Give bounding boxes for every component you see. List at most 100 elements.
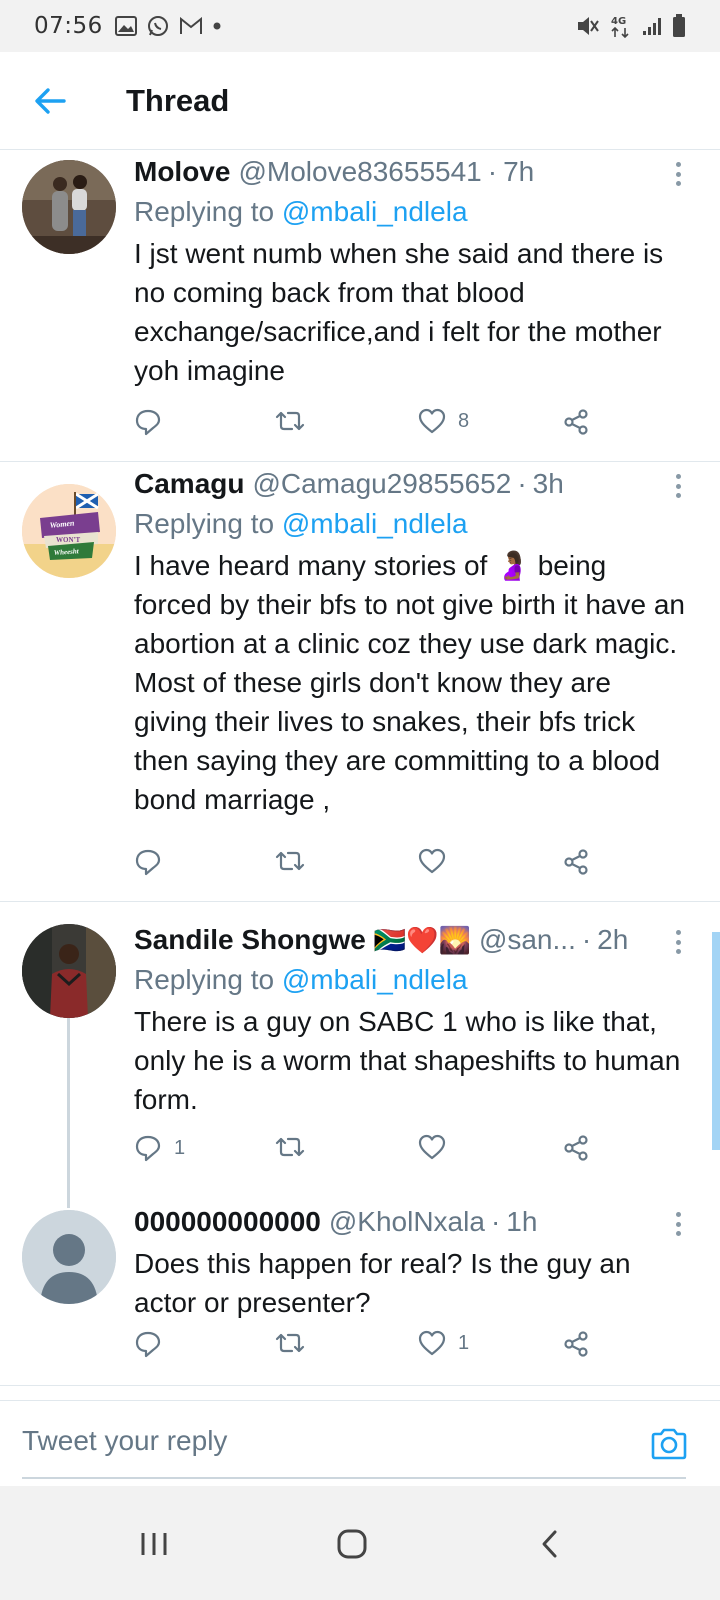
heart-icon: [418, 1134, 446, 1160]
mute-icon: [576, 15, 600, 37]
system-navigation-bar: [0, 1486, 720, 1600]
thread-connector-line: [67, 1018, 70, 1190]
tweet-actions: 1: [134, 1330, 604, 1370]
recent-apps-button[interactable]: [124, 1514, 184, 1574]
camera-icon: [651, 1428, 687, 1460]
retweet-icon: [275, 1137, 305, 1157]
share-button[interactable]: [562, 1134, 590, 1162]
tweet-author-handle[interactable]: @KholNxala: [329, 1202, 485, 1242]
retweet-button[interactable]: [274, 408, 318, 434]
reply-icon: [135, 409, 161, 436]
name-emojis: 🇿🇦❤️🌄: [373, 925, 471, 955]
network-4g-icon: 4G: [610, 14, 632, 38]
more-icon-dot: [675, 483, 681, 489]
replying-to: Replying to @mbali_ndlela: [134, 504, 690, 544]
tweet-author-name[interactable]: Sandile Shongwe: [134, 920, 366, 960]
share-button[interactable]: [562, 1330, 590, 1358]
separator-dot: ·: [487, 156, 498, 187]
tweet-text: Does this happen for real? Is the guy an…: [134, 1248, 631, 1318]
more-icon-dot: [675, 171, 681, 177]
reply-composer[interactable]: Tweet your reply: [0, 1400, 720, 1486]
like-count: 8: [458, 409, 470, 432]
status-bar: 07:56 4G: [0, 0, 720, 52]
tweet[interactable]: Molove @Molove83655541 · 7h Replying to …: [0, 150, 720, 462]
more-icon-dot: [675, 1221, 681, 1227]
tweet-actions: 1: [134, 1134, 604, 1174]
reply-button[interactable]: [134, 848, 174, 876]
camera-button[interactable]: [648, 1423, 690, 1465]
like-count: 1: [458, 1331, 470, 1354]
tweet-time[interactable]: 1h: [506, 1202, 537, 1242]
more-icon-dot: [675, 1231, 681, 1236]
like-button[interactable]: 8: [418, 408, 469, 434]
share-icon: [564, 409, 588, 435]
avatar[interactable]: [22, 1210, 116, 1304]
tweet-time[interactable]: 3h: [533, 464, 564, 504]
tweet-author-handle[interactable]: @Camagu29855652: [252, 464, 511, 504]
reply-icon: [135, 849, 161, 876]
like-button[interactable]: 1: [418, 1330, 469, 1356]
more-icon-dot: [675, 1212, 681, 1217]
tweet-author-handle[interactable]: @Molove83655541: [238, 152, 481, 192]
share-button[interactable]: [562, 408, 590, 436]
more-icon-dot: [675, 949, 681, 954]
signal-icon: [642, 16, 662, 36]
page-title: Thread: [126, 82, 230, 118]
thread-timeline[interactable]: Molove @Molove83655541 · 7h Replying to …: [0, 150, 720, 1428]
default-avatar-icon: [22, 1210, 116, 1304]
reply-button[interactable]: 1: [134, 1134, 185, 1162]
more-icon-dot: [675, 493, 681, 498]
reply-input[interactable]: Tweet your reply: [22, 1425, 227, 1457]
retweet-button[interactable]: [274, 1134, 318, 1160]
like-button[interactable]: [418, 1134, 458, 1160]
reply-input-underline: [22, 1477, 686, 1479]
gallery-notification-icon: [114, 16, 137, 36]
tweet-time[interactable]: 2h: [597, 920, 628, 960]
like-button[interactable]: [418, 848, 458, 874]
back-button[interactable]: [20, 71, 80, 131]
avatar[interactable]: Women WON'T Wheesht: [22, 484, 116, 578]
mention-link[interactable]: @mbali_ndlela: [282, 964, 468, 995]
reply-button[interactable]: [134, 1330, 174, 1358]
tweet-time[interactable]: 7h: [503, 152, 534, 192]
tweet-author-name[interactable]: 000000000000: [134, 1202, 321, 1242]
mention-link[interactable]: @mbali_ndlela: [282, 196, 468, 227]
recent-apps-icon: [141, 1533, 167, 1555]
avatar-sign-text: WON'T: [56, 536, 80, 544]
separator-dot: ·: [581, 924, 592, 955]
retweet-button[interactable]: [274, 1330, 318, 1356]
gmail-notification-icon: [179, 17, 203, 35]
reply-button[interactable]: [134, 408, 174, 436]
more-icon-dot: [675, 162, 681, 167]
tweet-author-name[interactable]: Camagu: [134, 464, 244, 504]
tweet[interactable]: Sandile Shongwe 🇿🇦❤️🌄 @san... · 2h Reply…: [0, 902, 720, 1190]
replying-label: Replying to: [134, 508, 275, 539]
network-label: 4G: [611, 16, 626, 27]
home-button[interactable]: [322, 1514, 382, 1574]
back-arrow-icon: [35, 87, 66, 114]
more-notifications-dot-icon: [213, 22, 221, 30]
avatar[interactable]: [22, 160, 116, 254]
tweet-more-button[interactable]: [666, 1212, 690, 1236]
tweet-more-button[interactable]: [666, 930, 690, 954]
share-button[interactable]: [562, 848, 590, 876]
scrollbar-thumb[interactable]: [712, 932, 720, 1150]
avatar[interactable]: [22, 924, 116, 1018]
thread-connector-line: [67, 1190, 70, 1208]
retweet-button[interactable]: [274, 848, 318, 874]
mention-link[interactable]: @mbali_ndlela: [282, 508, 468, 539]
tweet[interactable]: 000000000000 @KholNxala · 1h Does this h…: [0, 1190, 720, 1386]
separator-dot: ·: [517, 468, 527, 499]
separator-dot: ·: [490, 1206, 501, 1237]
tweet-text-part: I have heard many stories of: [134, 550, 496, 581]
tweet-more-button[interactable]: [666, 162, 690, 186]
system-back-button[interactable]: [520, 1514, 580, 1574]
tweet[interactable]: Women WON'T Wheesht Camagu @Camagu298556…: [0, 462, 720, 902]
tweet-actions: [134, 848, 604, 888]
tweet-more-button[interactable]: [666, 474, 690, 498]
heart-icon: [418, 408, 446, 434]
tweet-text-part: being forced by their bfs to not give bi…: [134, 550, 685, 815]
retweet-icon: [275, 851, 305, 871]
tweet-author-name[interactable]: Molove: [134, 152, 230, 192]
tweet-author-handle[interactable]: @san...: [479, 920, 576, 960]
